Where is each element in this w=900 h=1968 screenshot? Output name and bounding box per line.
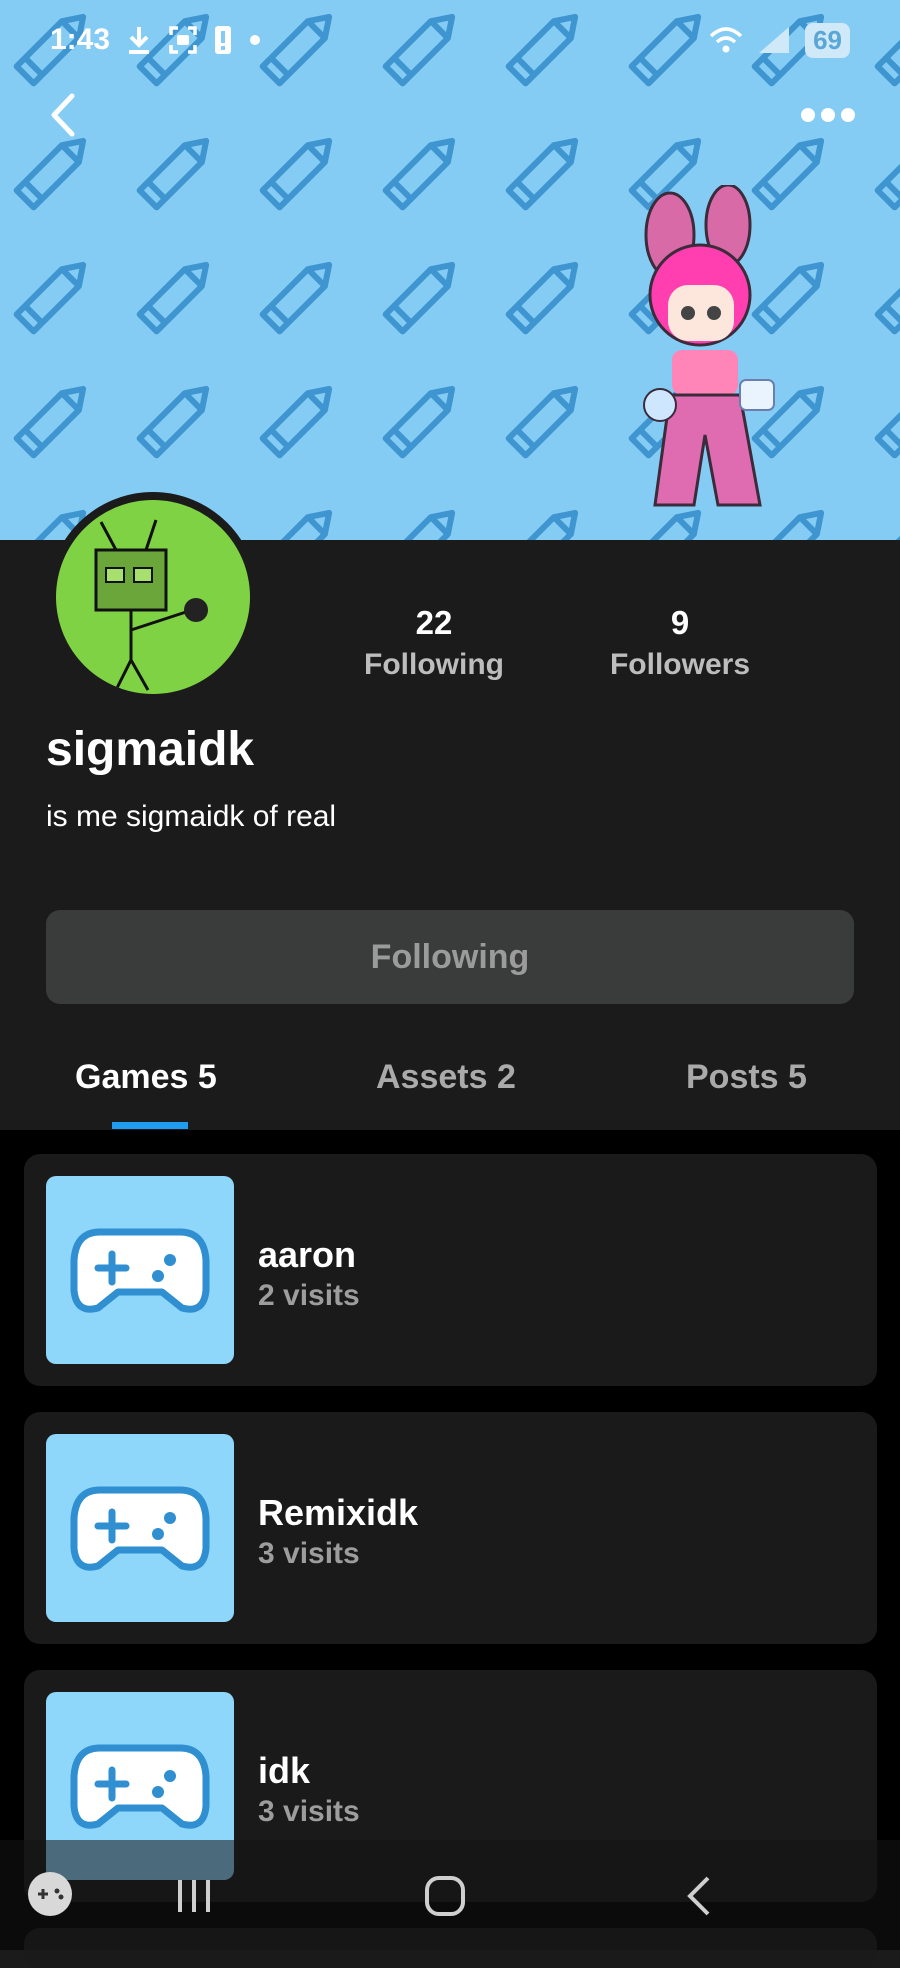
avatar-robot-illustration — [94, 519, 208, 691]
followers-stat[interactable]: 9 Followers — [580, 604, 780, 682]
game-title: aaron — [258, 1234, 357, 1275]
active-tab-indicator — [112, 1122, 188, 1129]
profile-banner: 1:43 69 — [0, 0, 900, 540]
profile-tabs: Games 5 Assets 2 Posts 5 — [0, 1040, 900, 1131]
followers-count: 9 — [670, 604, 690, 641]
profile-username: sigmaidk — [46, 723, 255, 776]
following-stat[interactable]: 22 Following — [334, 604, 534, 682]
screenshot-icon — [169, 26, 197, 54]
gamepad-icon — [70, 1486, 210, 1571]
following-count: 22 — [415, 604, 453, 641]
chevron-left-icon — [51, 93, 75, 137]
follow-toggle-button[interactable]: Following — [46, 910, 854, 1004]
gamepad-icon — [70, 1228, 210, 1313]
tab-assets[interactable]: Assets 2 — [376, 1058, 516, 1097]
game-visits: 3 visits — [258, 1795, 360, 1828]
game-thumbnail — [46, 1434, 234, 1622]
notification-dot-icon — [250, 35, 261, 45]
game-card[interactable]: Remixidk 3 visits — [24, 1412, 877, 1644]
game-launcher-icon[interactable] — [26, 1870, 74, 1918]
banner-character-illustration — [643, 185, 775, 507]
game-thumbnail — [46, 1176, 234, 1364]
download-icon — [129, 27, 150, 54]
game-title: Remixidk — [258, 1492, 419, 1533]
battery-indicator: 69 — [805, 22, 850, 58]
wifi-icon — [709, 27, 743, 53]
game-card[interactable]: aaron 2 visits — [24, 1154, 877, 1386]
more-options-button[interactable] — [800, 100, 856, 130]
gamepad-icon — [70, 1744, 210, 1829]
home-icon[interactable] — [423, 1874, 467, 1918]
more-horizontal-icon — [801, 108, 855, 122]
back-button[interactable] — [40, 90, 90, 140]
status-time: 1:43 — [50, 23, 111, 56]
system-navigation-bar — [0, 1840, 900, 1950]
avatar[interactable] — [48, 492, 258, 702]
game-title: idk — [258, 1750, 311, 1791]
following-label: Following — [364, 648, 504, 681]
status-bar: 1:43 69 — [0, 0, 900, 80]
tab-posts[interactable]: Posts 5 — [686, 1058, 807, 1097]
back-nav-icon[interactable] — [680, 1874, 720, 1918]
tab-games[interactable]: Games 5 — [75, 1058, 217, 1097]
game-visits: 2 visits — [258, 1279, 360, 1312]
recent-apps-icon[interactable] — [172, 1876, 216, 1916]
followers-label: Followers — [609, 648, 751, 681]
signal-icon — [759, 27, 790, 53]
profile-bio: is me sigmaidk of real — [46, 800, 337, 833]
alert-icon — [215, 26, 232, 54]
game-visits: 3 visits — [258, 1537, 360, 1570]
games-list: aaron 2 visits Remixidk 3 visits idk 3 v… — [0, 1130, 900, 1968]
